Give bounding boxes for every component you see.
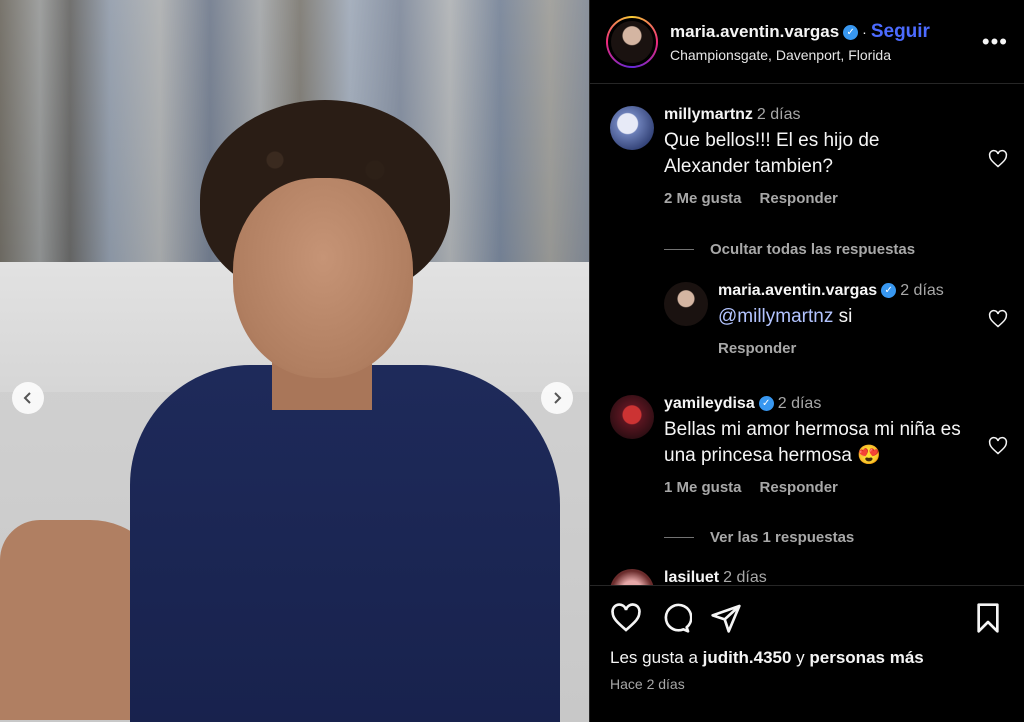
reply-item: maria.aventin.vargas ✓ 2 días @millymartnz… — [664, 282, 1008, 357]
reply-avatar[interactable] — [664, 282, 708, 326]
author-avatar-image — [608, 17, 656, 66]
verified-badge-icon: ✓ — [843, 24, 859, 40]
header-text: maria.aventin.vargas ✓ · Seguir Championsga… — [670, 21, 982, 63]
post-time[interactable]: Hace 2 días — [610, 676, 1004, 692]
author-avatar[interactable] — [606, 15, 658, 68]
like-heart-icon[interactable] — [610, 602, 642, 634]
chevron-right-icon — [554, 392, 562, 404]
heart-eyes-emoji: 😍 — [857, 445, 881, 466]
reply-text: si — [833, 306, 853, 327]
follow-button[interactable]: Seguir — [871, 21, 930, 42]
comment-username[interactable]: yamileydisa — [664, 395, 755, 412]
replies-line — [664, 249, 694, 250]
comment-username[interactable]: lasiluet — [664, 569, 719, 585]
comment-time[interactable]: 2 días — [778, 395, 822, 412]
post-location[interactable]: Championsgate, Davenport, Florida — [670, 47, 982, 63]
comment-item: lasiluet 2 días — [610, 569, 1008, 585]
reply-button[interactable]: Responder — [760, 479, 838, 496]
post-image — [0, 0, 589, 722]
separator-dot: · — [862, 23, 867, 40]
likes-prefix: Les gusta a — [610, 648, 703, 667]
post-header: maria.aventin.vargas ✓ · Seguir Championsga… — [590, 0, 1024, 84]
likes-middle: y — [791, 648, 810, 667]
comment-text: Que bellos!!! El es hijo de Alexander ta… — [664, 130, 880, 177]
likes-user-link[interactable]: judith.4350 — [703, 648, 792, 667]
view-replies-toggle[interactable]: Ver las 1 respuestas — [664, 529, 854, 546]
replies-toggle-label: Ocultar todas las respuestas — [710, 241, 916, 258]
comment-avatar[interactable] — [610, 106, 654, 150]
replies-line — [664, 537, 694, 538]
next-image-button[interactable] — [541, 382, 573, 414]
verified-badge-icon: ✓ — [758, 396, 774, 412]
like-reply-heart-icon[interactable] — [988, 309, 1008, 329]
reply-username[interactable]: maria.aventin.vargas — [718, 282, 877, 299]
comment-item: yamileydisa ✓ 2 días Bellas mi amor hermos… — [610, 395, 1008, 496]
chevron-left-icon — [23, 392, 31, 404]
verified-badge-icon: ✓ — [881, 283, 897, 299]
comment-avatar[interactable] — [610, 395, 654, 439]
comment-likes-count[interactable]: 1 Me gusta — [664, 479, 742, 496]
boy-face — [233, 178, 413, 378]
post-actions: Les gusta a judith.4350 y personas más H… — [590, 585, 1024, 692]
reply-button[interactable]: Responder — [760, 190, 838, 207]
save-bookmark-icon[interactable] — [972, 602, 1004, 634]
more-options-icon[interactable]: ••• — [982, 29, 1008, 55]
likes-others-link[interactable]: personas más — [809, 648, 923, 667]
boy-shirt — [130, 365, 560, 722]
comment-time[interactable]: 2 días — [757, 106, 801, 123]
comment-bubble-icon[interactable] — [660, 602, 692, 634]
previous-image-button[interactable] — [12, 382, 44, 414]
reply-time[interactable]: 2 días — [900, 282, 944, 299]
reply-button[interactable]: Responder — [718, 340, 796, 357]
comment-text: Bellas mi amor hermosa mi niña es una pr… — [664, 419, 961, 466]
share-paper-plane-icon[interactable] — [710, 602, 742, 634]
comment-avatar[interactable] — [610, 569, 654, 585]
post-side-panel: maria.aventin.vargas ✓ · Seguir Championsga… — [589, 0, 1024, 722]
replies-toggle-label: Ver las 1 respuestas — [710, 529, 855, 546]
comment-item: millymartnz 2 días Que bellos!!! El es hi… — [610, 106, 1008, 207]
comment-time[interactable]: 2 días — [723, 569, 767, 585]
like-comment-heart-icon[interactable] — [988, 436, 1008, 456]
comment-likes-count[interactable]: 2 Me gusta — [664, 190, 742, 207]
comments-list[interactable]: millymartnz 2 días Que bellos!!! El es hi… — [590, 85, 1024, 585]
comment-username[interactable]: millymartnz — [664, 106, 753, 123]
likes-summary: Les gusta a judith.4350 y personas más — [610, 648, 1004, 668]
hide-replies-toggle[interactable]: Ocultar todas las respuestas — [664, 241, 915, 258]
mention-link[interactable]: @millymartnz — [718, 306, 833, 327]
like-comment-heart-icon[interactable] — [988, 149, 1008, 169]
author-username[interactable]: maria.aventin.vargas — [670, 22, 839, 41]
